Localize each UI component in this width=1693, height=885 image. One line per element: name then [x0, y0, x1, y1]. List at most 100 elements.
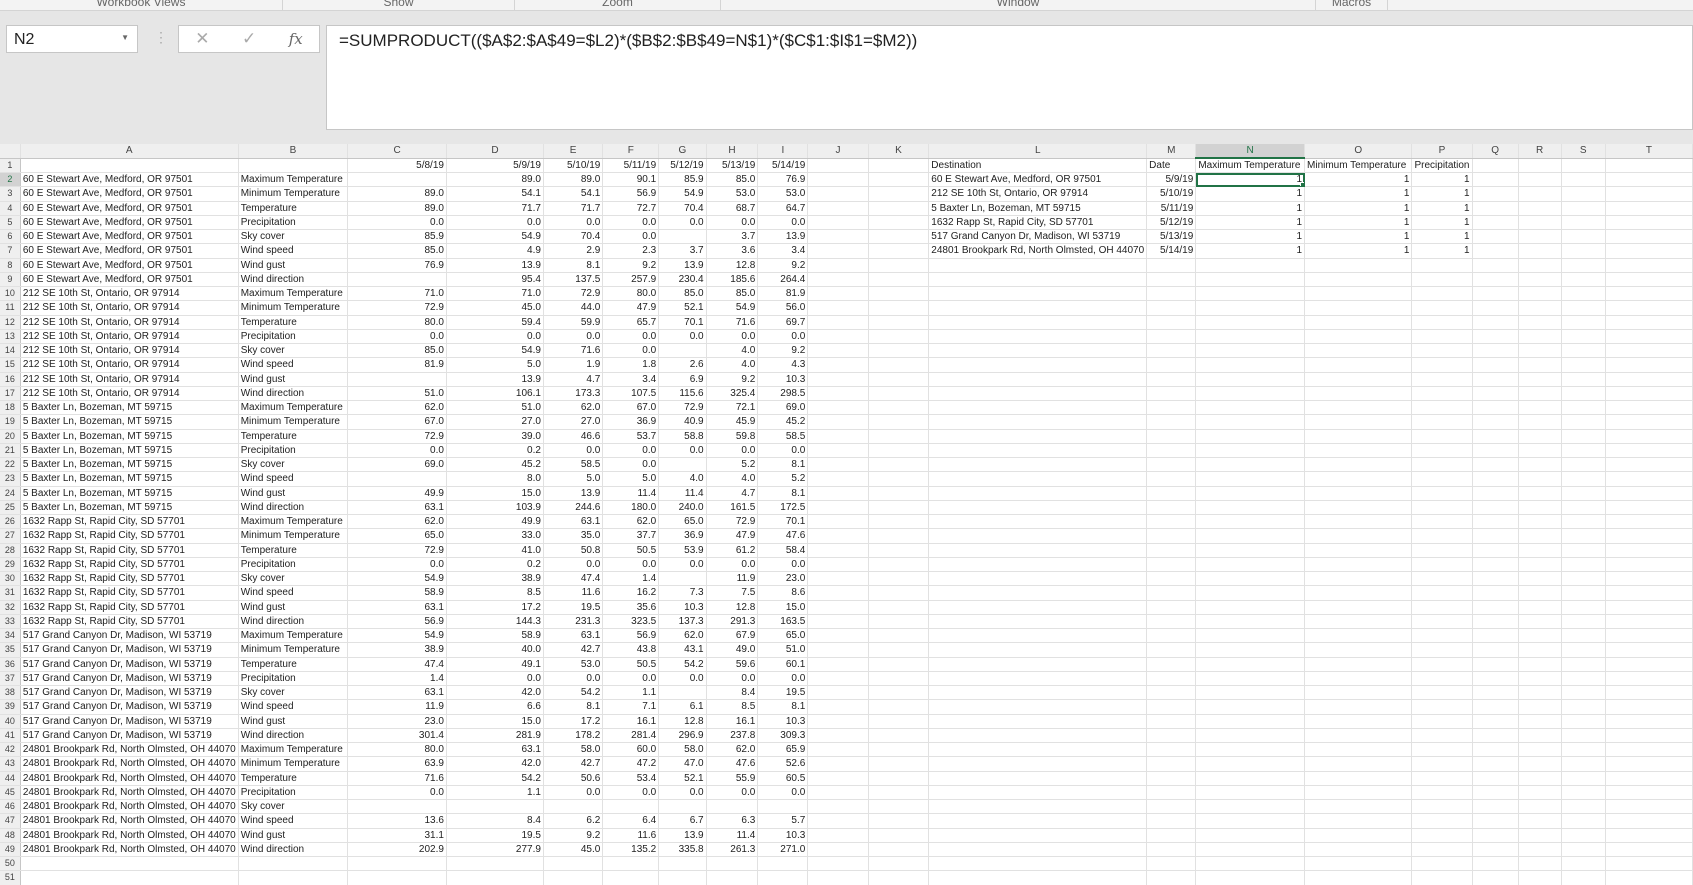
- cell-R42[interactable]: [1518, 742, 1562, 758]
- cell-T9[interactable]: [1605, 272, 1693, 288]
- cell-I40[interactable]: 10.3: [757, 714, 809, 729]
- cell-P23[interactable]: [1411, 471, 1473, 487]
- cell-N31[interactable]: [1195, 585, 1306, 601]
- cell-E38[interactable]: 54.2: [543, 685, 604, 701]
- cell-F29[interactable]: 0.0: [602, 557, 660, 573]
- cell-J6[interactable]: [807, 229, 869, 245]
- cell-G19[interactable]: 40.9: [658, 414, 707, 430]
- cell-F38[interactable]: 1.1: [602, 685, 660, 701]
- cell-G20[interactable]: 58.8: [658, 429, 707, 444]
- row-header-10[interactable]: 10: [0, 286, 21, 302]
- cell-C13[interactable]: 0.0: [347, 329, 447, 345]
- cell-A22[interactable]: 5 Baxter Ln, Bozeman, MT 59715: [20, 457, 239, 473]
- cell-S47[interactable]: [1561, 813, 1606, 829]
- cell-D46[interactable]: [446, 799, 544, 815]
- cell-Q30[interactable]: [1472, 571, 1519, 587]
- cell-P5[interactable]: 1: [1411, 215, 1473, 231]
- cell-H14[interactable]: 4.0: [706, 343, 759, 359]
- cell-S4[interactable]: [1561, 201, 1606, 216]
- cell-C46[interactable]: [347, 799, 447, 815]
- cell-B36[interactable]: Temperature: [238, 657, 349, 672]
- cell-D20[interactable]: 39.0: [446, 429, 544, 444]
- cell-S3[interactable]: [1561, 186, 1606, 202]
- cell-D26[interactable]: 49.9: [446, 514, 544, 530]
- cell-A50[interactable]: [20, 856, 239, 872]
- cell-J8[interactable]: [807, 258, 869, 273]
- cell-J12[interactable]: [807, 315, 869, 330]
- cell-D23[interactable]: 8.0: [446, 471, 544, 487]
- cell-H39[interactable]: 8.5: [706, 699, 759, 715]
- cell-M15[interactable]: [1146, 357, 1197, 373]
- cell-Q8[interactable]: [1472, 258, 1519, 273]
- cell-T4[interactable]: [1605, 201, 1693, 216]
- name-box[interactable]: N2 ▼: [6, 25, 138, 53]
- cell-P34[interactable]: [1411, 628, 1473, 644]
- cell-M27[interactable]: [1146, 528, 1197, 544]
- cell-C5[interactable]: 0.0: [347, 215, 447, 231]
- cell-C10[interactable]: 71.0: [347, 286, 447, 302]
- row-header-13[interactable]: 13: [0, 329, 21, 345]
- cell-P38[interactable]: [1411, 685, 1473, 701]
- cell-T38[interactable]: [1605, 685, 1693, 701]
- cell-G35[interactable]: 43.1: [658, 642, 707, 658]
- cell-T28[interactable]: [1605, 543, 1693, 558]
- row-header-50[interactable]: 50: [0, 856, 21, 872]
- column-header-F[interactable]: F: [602, 144, 660, 159]
- cell-H21[interactable]: 0.0: [706, 443, 759, 459]
- cell-A43[interactable]: 24801 Brookpark Rd, North Olmsted, OH 44…: [20, 756, 239, 772]
- cell-T24[interactable]: [1605, 486, 1693, 501]
- cell-G6[interactable]: [658, 229, 707, 245]
- cell-H29[interactable]: 0.0: [706, 557, 759, 573]
- cell-N45[interactable]: [1195, 785, 1306, 801]
- cell-K23[interactable]: [868, 471, 930, 487]
- column-header-T[interactable]: T: [1605, 144, 1693, 159]
- cell-P22[interactable]: [1411, 457, 1473, 473]
- cell-A9[interactable]: 60 E Stewart Ave, Medford, OR 97501: [20, 272, 239, 288]
- cell-O45[interactable]: [1304, 785, 1413, 801]
- cell-Q14[interactable]: [1472, 343, 1519, 359]
- cell-A49[interactable]: 24801 Brookpark Rd, North Olmsted, OH 44…: [20, 842, 239, 858]
- row-header-45[interactable]: 45: [0, 785, 21, 801]
- cell-B24[interactable]: Wind gust: [238, 486, 349, 501]
- cell-J27[interactable]: [807, 528, 869, 544]
- cell-S39[interactable]: [1561, 699, 1606, 715]
- cell-J32[interactable]: [807, 600, 869, 615]
- cell-O20[interactable]: [1304, 429, 1413, 444]
- cell-D34[interactable]: 58.9: [446, 628, 544, 644]
- cell-C45[interactable]: 0.0: [347, 785, 447, 801]
- cell-P17[interactable]: [1411, 386, 1473, 402]
- cell-J10[interactable]: [807, 286, 869, 302]
- cell-H38[interactable]: 8.4: [706, 685, 759, 701]
- cell-A10[interactable]: 212 SE 10th St, Ontario, OR 97914: [20, 286, 239, 302]
- row-header-32[interactable]: 32: [0, 600, 21, 615]
- cell-L13[interactable]: [928, 329, 1148, 345]
- cell-D36[interactable]: 49.1: [446, 657, 544, 672]
- cell-R15[interactable]: [1518, 357, 1562, 373]
- cell-F36[interactable]: 50.5: [602, 657, 660, 672]
- cell-C41[interactable]: 301.4: [347, 728, 447, 744]
- cell-G10[interactable]: 85.0: [658, 286, 707, 302]
- cell-K10[interactable]: [868, 286, 930, 302]
- cell-Q15[interactable]: [1472, 357, 1519, 373]
- cell-T50[interactable]: [1605, 856, 1693, 872]
- cell-D4[interactable]: 71.7: [446, 201, 544, 216]
- column-header-B[interactable]: B: [238, 144, 349, 159]
- cell-T1[interactable]: [1605, 158, 1693, 173]
- cell-I1[interactable]: 5/14/19: [757, 158, 809, 173]
- cell-N27[interactable]: [1195, 528, 1306, 544]
- cell-H25[interactable]: 161.5: [706, 500, 759, 516]
- cell-O5[interactable]: 1: [1304, 215, 1413, 231]
- cell-M32[interactable]: [1146, 600, 1197, 615]
- cell-I37[interactable]: 0.0: [757, 671, 809, 687]
- cell-B29[interactable]: Precipitation: [238, 557, 349, 573]
- cell-C24[interactable]: 49.9: [347, 486, 447, 501]
- cell-M21[interactable]: [1146, 443, 1197, 459]
- cell-D44[interactable]: 54.2: [446, 771, 544, 786]
- cell-P21[interactable]: [1411, 443, 1473, 459]
- cell-S10[interactable]: [1561, 286, 1606, 302]
- cell-I24[interactable]: 8.1: [757, 486, 809, 501]
- row-header-33[interactable]: 33: [0, 614, 21, 630]
- cell-B17[interactable]: Wind direction: [238, 386, 349, 402]
- cell-F12[interactable]: 65.7: [602, 315, 660, 330]
- cell-I13[interactable]: 0.0: [757, 329, 809, 345]
